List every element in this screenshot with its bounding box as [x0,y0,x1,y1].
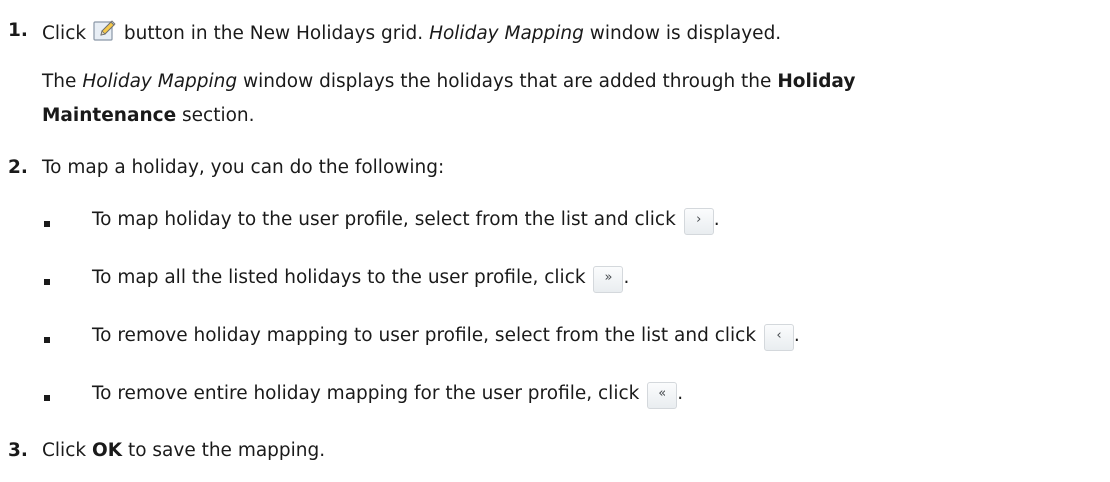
bullet-2-text: To map all the listed holidays to the us… [92,267,586,288]
holiday-mapping-italic: Holiday Mapping [429,23,584,44]
bullet-4: To remove entire holiday mapping for the… [92,382,683,409]
step-1-para-line-1: The Holiday Mapping window displays the … [42,71,855,92]
edit-icon [93,20,117,42]
bullet-3-period: . [793,325,800,346]
move-all-left-button[interactable]: « [647,382,678,409]
para-the: The [42,71,77,92]
bullet-2-dot [44,279,50,285]
ok-bold: OK [91,440,123,461]
bullet-3-text: To remove holiday mapping to user profil… [92,325,757,346]
step-3-save-text: to save the mapping. [127,440,326,461]
bullet-4-dot [44,395,50,401]
document-page: 1. Click button in the New Holidays grid… [0,0,1110,482]
bullet-1-period: . [713,209,720,230]
move-right-button[interactable]: › [683,208,714,235]
step-1-button-text: button in the New Holidays grid. [123,23,424,44]
bullet-4-period: . [677,383,684,404]
para-section-text: section. [182,105,255,126]
bullet-2: To map all the listed holidays to the us… [92,266,629,293]
bullet-3: To remove holiday mapping to user profil… [92,324,800,351]
step-3-text: Click OK to save the mapping. [42,440,325,461]
step-1-text: Click button in the New Holidays grid. H… [42,20,781,44]
bullet-1: To map holiday to the user profile, sele… [92,208,720,235]
move-left-button[interactable]: ‹ [763,324,794,351]
bullet-1-dot [44,221,50,227]
bullet-3-dot [44,337,50,343]
bullet-4-text: To remove entire holiday mapping for the… [92,383,640,404]
para-holiday-bold: Holiday [777,71,856,92]
step-3-click-text: Click [42,440,87,461]
step-1-para-line-2: Maintenance section. [42,105,255,126]
bullet-1-text: To map holiday to the user profile, sele… [92,209,676,230]
step-1-window-text: window is displayed. [589,23,782,44]
para-maintenance-bold: Maintenance [42,105,177,126]
step-2-text: To map a holiday, you can do the followi… [42,157,445,178]
para-mid-text: window displays the holidays that are ad… [243,71,772,92]
bullet-2-period: . [623,267,630,288]
step-2-number: 2. [8,157,28,178]
para-holiday-mapping-italic: Holiday Mapping [82,71,238,92]
step-1-click-text: Click [42,23,87,44]
step-3-number: 3. [8,440,28,461]
step-1-number: 1. [8,20,28,41]
move-all-right-button[interactable]: » [593,266,624,293]
